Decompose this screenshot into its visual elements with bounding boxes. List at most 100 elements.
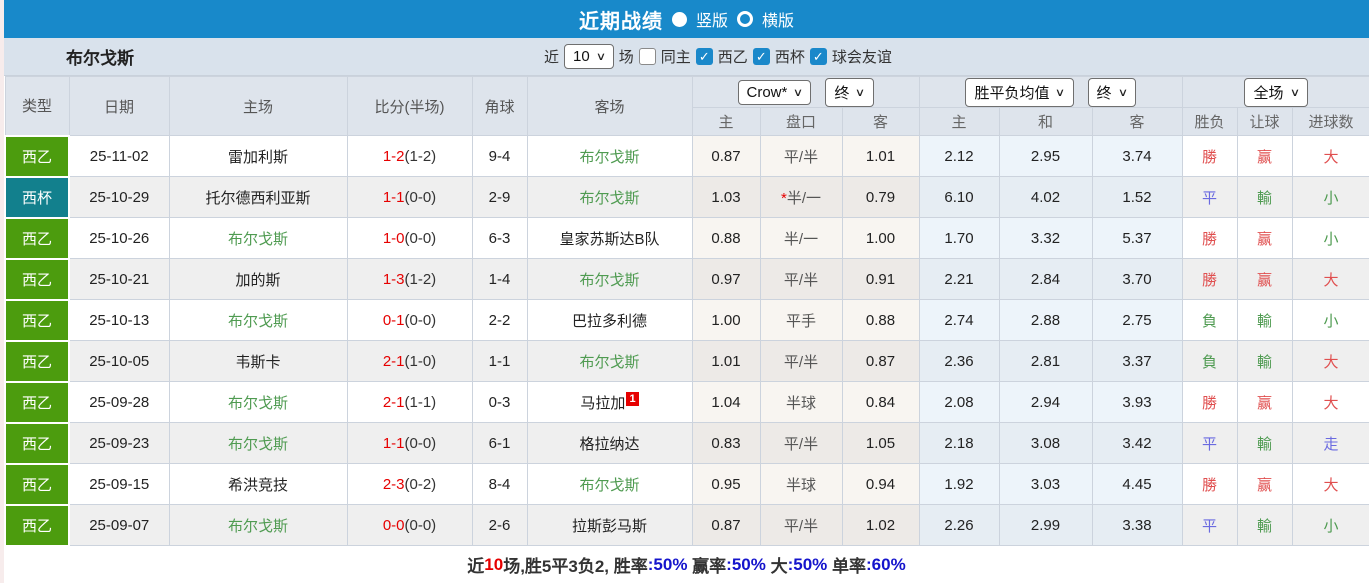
- subcol-result-goals: 进球数: [1291, 107, 1369, 136]
- home-team-name: 布尔戈斯: [227, 517, 288, 535]
- handicap-time-dropdown[interactable]: 终 ∨: [825, 77, 874, 107]
- result-goals: 大: [1291, 340, 1369, 382]
- handicap-away-odds: 0.84: [841, 381, 920, 423]
- halftime-score: (0-2): [404, 475, 437, 493]
- result-goals: 小: [1291, 217, 1369, 259]
- corner-score: 0-3: [471, 381, 528, 423]
- mean-away-odds: 2.75: [1091, 299, 1183, 341]
- halftime-score: (0-0): [404, 516, 437, 534]
- table-row: 西乙 25-10-13 布尔戈斯 0-1(0-0) 2-2 巴拉多利德 1.00…: [4, 298, 1369, 342]
- score-cell: 0-0(0-0): [346, 504, 473, 546]
- handicap-line: 平/半: [783, 517, 819, 535]
- same-home-checkbox[interactable]: [638, 48, 656, 65]
- away-team-cell: 布尔戈斯: [526, 340, 693, 382]
- away-team-cell: 布尔戈斯: [526, 463, 693, 505]
- away-team-name: 布尔戈斯: [579, 353, 640, 371]
- score-cell: 2-3(0-2): [346, 463, 473, 505]
- wdl-mean-dropdown[interactable]: 胜平负均值 ∨: [965, 77, 1074, 107]
- summary-segment: :50%: [647, 554, 688, 574]
- handicap-line: 半/一: [786, 189, 821, 207]
- match-date: 25-09-15: [68, 463, 170, 505]
- corner-score: 1-4: [471, 258, 528, 300]
- matches-table: 类型 日期 主场 比分(半场) 角球 客场 Crow* ∨ 终 ∨ 胜平负均值 ∨ 终…: [4, 76, 1369, 547]
- mean-home-odds: 1.92: [918, 463, 1000, 505]
- summary-segment: :50%: [787, 554, 828, 574]
- halftime-score: (1-2): [404, 270, 437, 288]
- match-type-badge: 西乙: [4, 503, 70, 547]
- wdl-time-dropdown[interactable]: 终 ∨: [1087, 77, 1136, 107]
- home-team-name: 雷加利斯: [227, 148, 288, 166]
- club-friendly-label: 球会友谊: [831, 49, 892, 66]
- horizontal-layout-label[interactable]: 横版: [762, 7, 794, 31]
- copa-del-rey-checkbox[interactable]: [752, 48, 770, 65]
- handicap-away-odds: 1.00: [841, 217, 920, 259]
- match-type-badge: 西乙: [4, 380, 70, 424]
- home-team-cell: 加的斯: [168, 258, 348, 300]
- result-handicap: 赢: [1236, 381, 1293, 423]
- mean-home-odds: 2.36: [918, 340, 1000, 382]
- match-date: 25-10-05: [68, 340, 170, 382]
- mean-home-odds: 2.12: [918, 135, 1000, 177]
- handicap-line: 半球: [785, 476, 816, 494]
- result-win-draw-loss: 平: [1181, 176, 1238, 218]
- chevron-down-icon: ∨: [1117, 86, 1128, 99]
- fulltime-score: 1-1: [382, 188, 405, 206]
- handicap-away-odds: 1.01: [841, 135, 920, 177]
- mean-home-odds: 1.70: [918, 217, 1000, 259]
- result-goals: 小: [1291, 504, 1369, 546]
- summary-segment: 赢率: [687, 557, 727, 576]
- wdl-odds-group-header: 胜平负均值 ∨ 终 ∨: [918, 76, 1183, 108]
- bookmaker-dropdown[interactable]: Crow* ∨: [737, 79, 812, 105]
- chevron-down-icon: ∨: [855, 86, 866, 99]
- result-win-draw-loss: 負: [1181, 299, 1238, 341]
- corner-score: 2-2: [471, 299, 528, 341]
- club-friendly-checkbox[interactable]: [809, 48, 827, 65]
- away-team-cell: 拉斯彭马斯: [526, 504, 693, 546]
- handicap-line: 平/半: [783, 271, 819, 289]
- fulltime-score: 0-0: [382, 516, 405, 534]
- result-handicap: 赢: [1236, 135, 1293, 177]
- mean-draw-odds: 3.32: [998, 217, 1093, 259]
- horizontal-layout-radio[interactable]: [737, 11, 753, 27]
- score-cell: 0-1(0-0): [346, 299, 473, 341]
- match-count-select[interactable]: 10 ∨: [564, 44, 614, 69]
- mean-home-odds: 2.08: [918, 381, 1000, 423]
- games-label: 场: [618, 49, 634, 66]
- match-rows: 西乙 25-11-02 雷加利斯 1-2(1-2) 9-4 布尔戈斯 0.87 …: [4, 134, 1369, 547]
- result-handicap: 赢: [1236, 258, 1293, 300]
- home-team-name: 布尔戈斯: [227, 230, 288, 248]
- col-header-home: 主场: [168, 76, 348, 136]
- mean-home-odds: 2.74: [918, 299, 1000, 341]
- fulltime-score: 0-1: [382, 311, 405, 329]
- match-type-badge: 西乙: [4, 134, 70, 178]
- match-date: 25-09-28: [68, 381, 170, 423]
- corner-score: 1-1: [471, 340, 528, 382]
- col-header-score: 比分(半场): [346, 76, 473, 136]
- table-row: 西乙 25-11-02 雷加利斯 1-2(1-2) 9-4 布尔戈斯 0.87 …: [4, 134, 1369, 178]
- handicap-line-cell: 半球: [759, 463, 843, 505]
- page-title: 近期战绩: [578, 10, 663, 33]
- result-handicap: 輸: [1236, 176, 1293, 218]
- mean-away-odds: 3.38: [1091, 504, 1183, 546]
- subcol-wdl-home: 主: [918, 107, 1000, 136]
- mean-away-odds: 4.45: [1091, 463, 1183, 505]
- corner-score: 6-3: [471, 217, 528, 259]
- league-laliga2-checkbox[interactable]: [695, 48, 713, 65]
- result-win-draw-loss: 勝: [1181, 381, 1238, 423]
- away-team-name: 格拉纳达: [579, 435, 640, 453]
- table-row: 西乙 25-09-28 布尔戈斯 2-1(1-1) 0-3 马拉加 1 1.04 …: [4, 380, 1369, 424]
- chevron-down-icon: ∨: [1055, 86, 1066, 99]
- vertical-layout-label[interactable]: 竖版: [696, 7, 728, 31]
- mean-draw-odds: 2.99: [998, 504, 1093, 546]
- vertical-layout-radio[interactable]: [671, 11, 687, 27]
- summary-segment: :50%: [726, 554, 766, 574]
- handicap-odds-group-header: Crow* ∨ 终 ∨: [691, 76, 920, 108]
- away-team-name: 马拉加: [580, 394, 626, 412]
- away-team-cell: 布尔戈斯: [526, 258, 693, 300]
- match-type-badge: 西乙: [4, 257, 70, 301]
- subcol-handicap-line: 盘口: [759, 107, 843, 136]
- summary-segment: 胜率: [613, 557, 648, 576]
- result-win-draw-loss: 勝: [1181, 463, 1238, 505]
- scope-dropdown[interactable]: 全场 ∨: [1244, 77, 1308, 107]
- recent-results-panel: 近期战绩 竖版 横版 布尔戈斯 近 10 ∨ 场 同主 西乙 西杯 球会友谊: [4, 0, 1369, 583]
